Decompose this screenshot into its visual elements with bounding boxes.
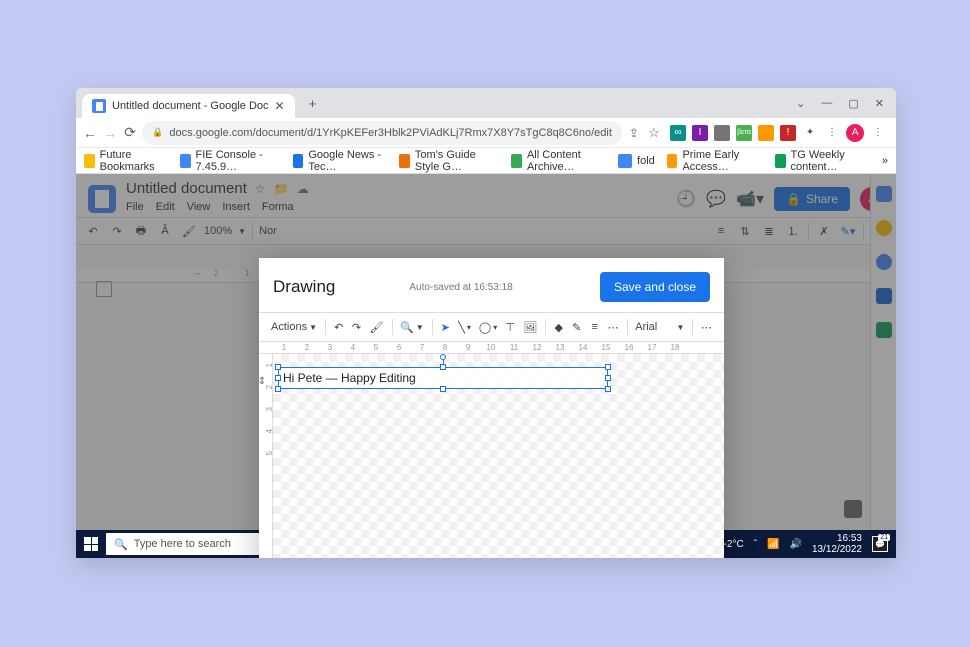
select-tool-icon[interactable]: ➤ xyxy=(440,318,450,336)
textbox-tool-icon[interactable]: ⊤ xyxy=(505,318,515,336)
bookmark-item[interactable]: Future Bookmarks xyxy=(84,149,168,173)
modal-title: Drawing xyxy=(273,277,335,297)
clock[interactable]: 16:53 13/12/2022 xyxy=(812,533,862,555)
start-button[interactable] xyxy=(76,530,106,558)
volume-icon[interactable]: 🔊 xyxy=(789,539,801,550)
resize-handle-nw[interactable] xyxy=(275,364,281,370)
resize-handle-se[interactable] xyxy=(605,386,611,392)
extension-icon[interactable]: βετα xyxy=(736,125,752,141)
notifications-icon[interactable]: 💬21 xyxy=(872,536,888,552)
paint-format-icon[interactable]: 🖌 xyxy=(370,318,384,336)
drawing-canvas[interactable]: ⇕ Hi Pete — Happy Editing xyxy=(273,354,724,558)
line-tool-icon[interactable]: ╲▾ xyxy=(458,321,471,334)
undo-icon[interactable]: ↶ xyxy=(334,318,344,336)
search-icon: 🔍 xyxy=(114,538,128,551)
bookmark-item[interactable]: Tom's Guide Style G… xyxy=(399,149,499,173)
save-and-close-button[interactable]: Save and close xyxy=(600,272,710,302)
bookmarks-overflow[interactable]: » xyxy=(882,155,888,167)
profile-avatar[interactable]: A xyxy=(846,124,864,142)
docs-favicon xyxy=(92,99,106,113)
minimize-button[interactable]: ― xyxy=(821,97,832,109)
text-box[interactable]: Hi Pete — Happy Editing xyxy=(278,367,608,389)
canvas-horizontal-ruler: 123456789101112131415161718 xyxy=(259,342,724,354)
time: 16:53 xyxy=(812,533,862,544)
resize-handle-ne[interactable] xyxy=(605,364,611,370)
windows-logo-icon xyxy=(84,537,98,551)
bookmarks-bar: Future Bookmarks FIE Console - 7.45.9… G… xyxy=(76,148,896,174)
rotation-handle[interactable] xyxy=(440,354,446,360)
border-color-icon[interactable]: ✎ xyxy=(572,318,582,336)
close-icon[interactable]: ✕ xyxy=(275,99,285,113)
close-window-button[interactable]: ✕ xyxy=(875,97,884,110)
image-tool-icon[interactable]: 🖼 xyxy=(523,318,537,336)
more-options-icon[interactable]: ⋯ xyxy=(701,318,712,336)
address-bar[interactable]: 🔒 docs.google.com/document/d/1YrKpKEFer3… xyxy=(142,121,622,145)
drawing-modal: Drawing Auto-saved at 16:53:18 Save and … xyxy=(259,258,724,558)
bookmark-item[interactable]: fold xyxy=(618,154,655,168)
bookmark-item[interactable]: TG Weekly content… xyxy=(775,149,870,173)
modal-header: Drawing Auto-saved at 16:53:18 Save and … xyxy=(259,258,724,312)
fill-color-icon[interactable]: ◆ xyxy=(554,318,564,336)
url-text: docs.google.com/document/d/1YrKpKEFer3Hb… xyxy=(169,127,612,139)
window-controls: ⌄ ― ▢ ✕ xyxy=(784,88,896,118)
resize-handle-s[interactable] xyxy=(440,386,446,392)
tray-chevron-icon[interactable]: ˆ xyxy=(754,539,757,550)
bookmark-item[interactable]: Prime Early Access… xyxy=(667,149,763,173)
notif-count: 21 xyxy=(878,534,890,541)
browser-tab[interactable]: Untitled document - Google Doc ✕ xyxy=(82,94,295,118)
extension-icon[interactable]: I xyxy=(692,125,708,141)
actions-menu[interactable]: Actions▼ xyxy=(271,321,317,333)
border-dash-icon[interactable]: ⋯ xyxy=(608,318,619,336)
extension-icon[interactable] xyxy=(714,125,730,141)
lock-icon: 🔒 xyxy=(152,127,163,138)
tab-strip: Untitled document - Google Doc ✕ + ⌄ ― ▢… xyxy=(76,88,896,118)
docs-app: Untitled document ☆ 📁 ☁ File Edit View I… xyxy=(76,174,896,558)
wifi-icon[interactable]: 📶 xyxy=(767,539,779,550)
extension-icon[interactable] xyxy=(758,125,774,141)
bookmark-item[interactable]: All Content Archive… xyxy=(511,149,606,173)
back-button[interactable]: ← xyxy=(82,121,98,145)
resize-handle-sw[interactable] xyxy=(275,386,281,392)
chevron-down-icon[interactable]: ⌄ xyxy=(796,97,805,110)
address-bar-row: ← → ⟳ 🔒 docs.google.com/document/d/1YrKp… xyxy=(76,118,896,148)
shape-tool-icon[interactable]: ◯▾ xyxy=(479,321,497,334)
share-page-icon[interactable]: ⇪ xyxy=(626,121,642,145)
drawing-toolbar: Actions▼ ↶ ↷ 🖌 🔍▼ ➤ ╲▾ ◯▾ ⊤ 🖼 ◆ ✎ ≡ ⋯ Ar xyxy=(259,312,724,342)
new-tab-button[interactable]: + xyxy=(303,93,323,113)
browser-window: Untitled document - Google Doc ✕ + ⌄ ― ▢… xyxy=(76,88,896,558)
extensions-menu-icon[interactable]: ✦ xyxy=(802,125,818,141)
reload-button[interactable]: ⟳ xyxy=(122,121,138,145)
bookmark-item[interactable]: FIE Console - 7.45.9… xyxy=(180,149,281,173)
resize-handle-n[interactable] xyxy=(440,364,446,370)
bookmark-star-icon[interactable]: ☆ xyxy=(646,121,662,145)
autosave-status: Auto-saved at 16:53:18 xyxy=(409,282,512,293)
search-placeholder: Type here to search xyxy=(134,538,231,550)
drawing-canvas-wrapper: 123456789101112131415161718 12345 ⇕ Hi P… xyxy=(259,342,724,558)
forward-button[interactable]: → xyxy=(102,121,118,145)
bookmark-item[interactable]: Google News - Tec… xyxy=(293,149,388,173)
chrome-menu-icon[interactable]: ⋮ xyxy=(870,125,886,141)
maximize-button[interactable]: ▢ xyxy=(848,97,858,110)
extension-icon[interactable]: ∞ xyxy=(670,125,686,141)
extension-icon[interactable]: ! xyxy=(780,125,796,141)
system-tray: ☁ -2°C ˆ 📶 🔊 16:53 13/12/2022 💬21 xyxy=(702,533,896,555)
textbox-content: Hi Pete — Happy Editing xyxy=(283,371,416,385)
redo-icon[interactable]: ↷ xyxy=(352,318,362,336)
font-select[interactable]: Arial ▼ xyxy=(635,321,684,333)
resize-handle-w[interactable] xyxy=(275,375,281,381)
tab-title: Untitled document - Google Doc xyxy=(112,100,269,112)
resize-handle-e[interactable] xyxy=(605,375,611,381)
border-weight-icon[interactable]: ≡ xyxy=(590,318,600,336)
margin-handle-icon[interactable]: ⇕ xyxy=(259,374,269,388)
more-icon[interactable]: ⋮ xyxy=(824,125,840,141)
date: 13/12/2022 xyxy=(812,544,862,555)
zoom-menu[interactable]: 🔍▼ xyxy=(400,321,424,334)
weather-temp: -2°C xyxy=(724,539,744,550)
extensions: ∞ I βετα ! ✦ ⋮ A ⋮ xyxy=(666,124,890,142)
